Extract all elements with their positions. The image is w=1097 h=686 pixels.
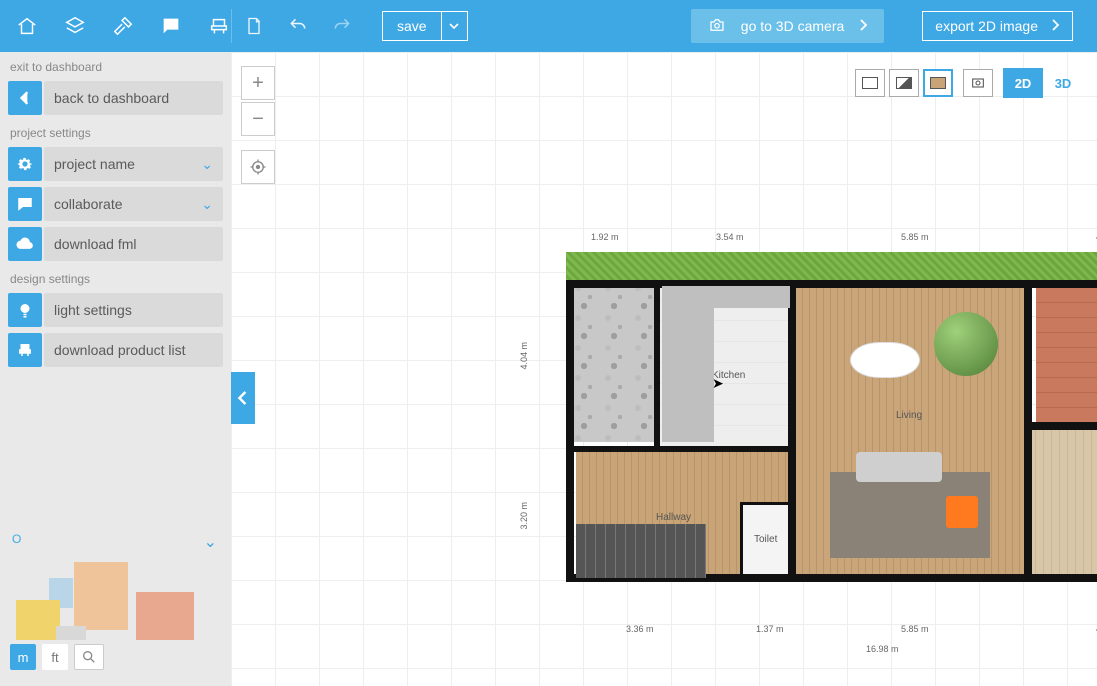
magnifier-icon[interactable] bbox=[74, 644, 104, 670]
sidebar-footer: O ⌄ m ft bbox=[0, 522, 231, 686]
chair-icon bbox=[8, 333, 42, 367]
sidebar-item-collaborate[interactable]: collaborate ⌄ bbox=[8, 187, 223, 221]
dim-left-2: 3.20 m bbox=[519, 502, 529, 530]
collaborate-label: collaborate bbox=[54, 196, 123, 212]
patio-room bbox=[1036, 282, 1097, 422]
unit-ft[interactable]: ft bbox=[42, 644, 68, 670]
sidebar-item-download-fml[interactable]: download fml bbox=[8, 227, 223, 261]
camera-icon bbox=[707, 16, 727, 37]
undo-icon[interactable] bbox=[286, 14, 310, 38]
chevron-left-icon bbox=[8, 81, 42, 115]
redo-icon[interactable] bbox=[330, 14, 354, 38]
unit-bar: m ft bbox=[10, 642, 221, 676]
sidebar-collapse-button[interactable] bbox=[231, 372, 255, 424]
design-heading: design settings bbox=[0, 264, 231, 290]
kitchen-counter-top[interactable] bbox=[662, 286, 790, 308]
export-2d-button[interactable]: export 2D image bbox=[922, 11, 1073, 41]
chat-icon bbox=[8, 187, 42, 221]
view-2d[interactable]: 2D bbox=[1003, 68, 1043, 98]
canvas[interactable]: + − 2D 3D 1.92 m 3.54 m 5.85 bbox=[231, 52, 1097, 686]
floor-plan[interactable]: Kitchen Living Bedroom Hallway Toilet Pa… bbox=[566, 252, 1097, 582]
home-icon[interactable] bbox=[16, 14, 38, 38]
label-living: Living bbox=[896, 410, 922, 421]
zoom-controls: + − bbox=[241, 66, 275, 184]
minimap[interactable]: O ⌄ bbox=[10, 532, 221, 642]
go-3d-camera-button[interactable]: go to 3D camera bbox=[691, 9, 885, 43]
hammer-icon[interactable] bbox=[112, 14, 134, 38]
light-settings-label: light settings bbox=[54, 302, 132, 318]
sidebar-item-project-name[interactable]: project name ⌄ bbox=[8, 147, 223, 181]
stone-porch bbox=[572, 282, 654, 442]
back-label: back to dashboard bbox=[54, 90, 169, 106]
project-heading: project settings bbox=[0, 118, 231, 144]
top-tool-icons bbox=[0, 14, 231, 38]
export-2d-label: export 2D image bbox=[935, 18, 1038, 34]
sofa[interactable] bbox=[856, 452, 942, 482]
dim-bot-total: 16.98 m bbox=[866, 644, 899, 654]
settings-view-button[interactable] bbox=[963, 69, 993, 97]
cursor-icon: ➤ bbox=[712, 375, 724, 392]
chevron-down-icon: ⌄ bbox=[201, 196, 213, 213]
chevron-right-icon bbox=[858, 18, 868, 34]
kitchen-counter[interactable] bbox=[662, 286, 714, 442]
armchair[interactable] bbox=[946, 496, 978, 528]
dim-bot-2: 1.37 m bbox=[756, 624, 784, 634]
minimap-blocks bbox=[16, 552, 215, 642]
back-to-dashboard[interactable]: back to dashboard bbox=[8, 81, 223, 115]
label-hallway: Hallway bbox=[656, 512, 691, 523]
top-mid: save go to 3D camera export 2D image bbox=[231, 9, 1097, 43]
chevron-right-icon bbox=[1050, 18, 1060, 34]
plant-icon[interactable] bbox=[934, 312, 998, 376]
dim-bot-1: 3.36 m bbox=[626, 624, 654, 634]
display-mode-3[interactable] bbox=[923, 69, 953, 97]
new-file-icon[interactable] bbox=[242, 14, 266, 38]
unit-m[interactable]: m bbox=[10, 644, 36, 670]
view-3d[interactable]: 3D bbox=[1043, 68, 1083, 98]
cloud-download-icon bbox=[8, 227, 42, 261]
dim-top-3: 5.85 m bbox=[901, 232, 929, 242]
bulb-icon bbox=[8, 293, 42, 327]
display-mode-group bbox=[855, 69, 953, 97]
chevron-down-icon: ⌄ bbox=[204, 532, 217, 552]
bedroom-room bbox=[1028, 430, 1097, 580]
zoom-out-button[interactable]: − bbox=[241, 102, 275, 136]
sidebar: exit to dashboard back to dashboard proj… bbox=[0, 52, 231, 686]
chevron-down-icon: ⌄ bbox=[201, 156, 213, 173]
dim-left-1: 4.04 m bbox=[519, 342, 529, 370]
zoom-in-button[interactable]: + bbox=[241, 66, 275, 100]
display-mode-2[interactable] bbox=[889, 69, 919, 97]
sidebar-item-download-products[interactable]: download product list bbox=[8, 333, 223, 367]
dining-table[interactable] bbox=[850, 342, 920, 378]
download-products-label: download product list bbox=[54, 342, 186, 358]
top-bar: save go to 3D camera export 2D image bbox=[0, 0, 1097, 52]
gear-icon bbox=[8, 147, 42, 181]
dim-top-2: 3.54 m bbox=[716, 232, 744, 242]
sidebar-item-light-settings[interactable]: light settings bbox=[8, 293, 223, 327]
go-3d-label: go to 3D camera bbox=[741, 18, 845, 34]
dim-bot-3: 5.85 m bbox=[901, 624, 929, 634]
project-name-label: project name bbox=[54, 156, 135, 172]
chair-icon[interactable] bbox=[208, 14, 230, 38]
download-fml-label: download fml bbox=[54, 236, 137, 252]
minimap-label: O bbox=[12, 532, 21, 546]
label-toilet: Toilet bbox=[754, 534, 777, 545]
chat-icon[interactable] bbox=[160, 14, 182, 38]
recenter-button[interactable] bbox=[241, 150, 275, 184]
layers-icon[interactable] bbox=[64, 14, 86, 38]
stairs[interactable] bbox=[576, 524, 706, 578]
save-button[interactable]: save bbox=[383, 18, 441, 34]
view-2d-3d-toggle: 2D 3D bbox=[1003, 68, 1083, 98]
garden-area bbox=[566, 252, 1097, 282]
display-mode-1[interactable] bbox=[855, 69, 885, 97]
exit-heading: exit to dashboard bbox=[0, 52, 231, 78]
dim-top-1: 1.92 m bbox=[591, 232, 619, 242]
save-button-group: save bbox=[382, 11, 468, 41]
view-controls: 2D 3D bbox=[855, 68, 1083, 98]
save-dropdown[interactable] bbox=[441, 12, 467, 40]
